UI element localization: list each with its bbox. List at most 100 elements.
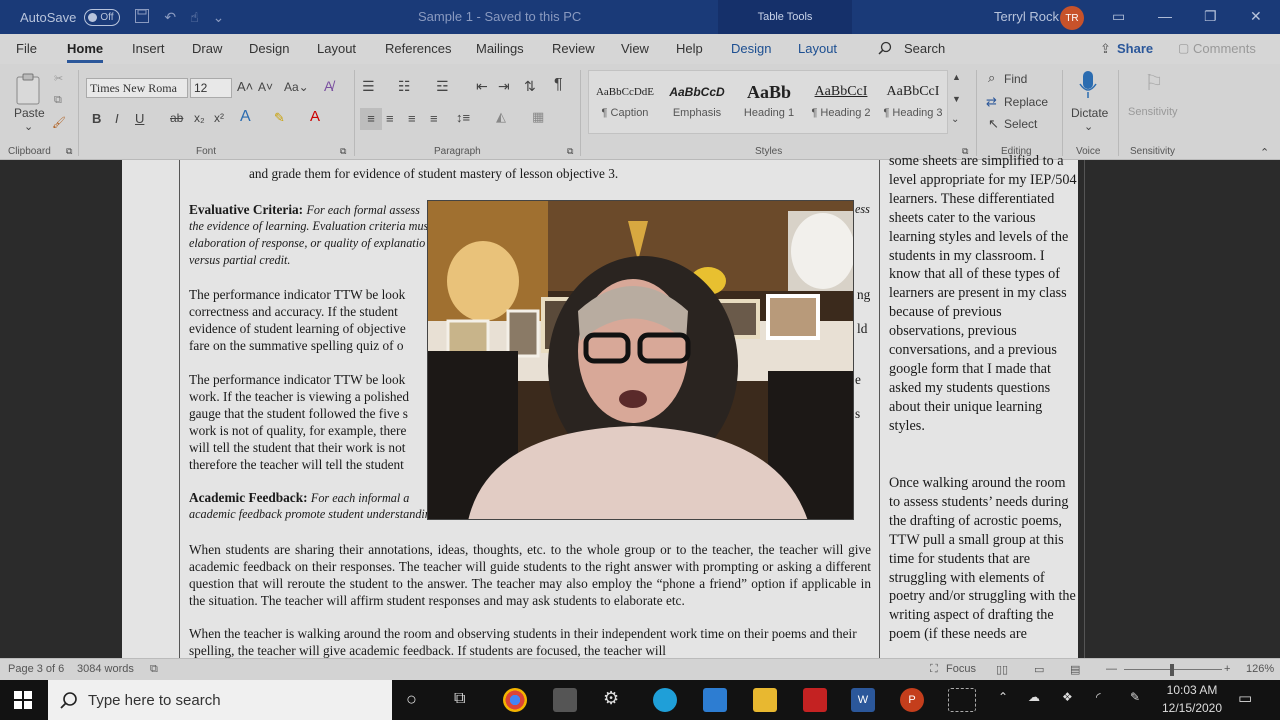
tab-mailings[interactable]: Mailings: [476, 41, 524, 56]
web-layout-icon[interactable]: ▤: [1070, 663, 1080, 676]
task-view-icon[interactable]: ⧉: [454, 690, 465, 708]
clear-formatting-icon[interactable]: A̸: [324, 78, 333, 94]
bold-icon[interactable]: B: [92, 111, 101, 126]
style-heading-3[interactable]: AaBbCcI ¶ Heading 3: [877, 79, 949, 119]
subscript-icon[interactable]: x₂: [194, 111, 205, 125]
underline-icon[interactable]: U: [135, 111, 144, 126]
share-icon[interactable]: ⇪: [1100, 41, 1111, 57]
undo-icon[interactable]: ↶: [164, 9, 176, 26]
dictate-dropdown-icon[interactable]: ⌄: [1084, 120, 1093, 133]
ribbon-display-icon[interactable]: ▭: [1112, 8, 1125, 25]
paste-icon[interactable]: [14, 72, 44, 109]
tab-design[interactable]: Design: [249, 41, 289, 56]
print-layout-icon[interactable]: ▭: [1034, 663, 1044, 676]
word-count[interactable]: 3084 words: [77, 663, 134, 675]
paste-dropdown-icon[interactable]: ⌄: [24, 120, 33, 133]
increase-indent-icon[interactable]: ⇥: [498, 78, 510, 95]
side-column-text[interactable]: some sheets are simplified to a level ap…: [889, 152, 1079, 455]
taskbar-search-input[interactable]: Type here to search: [48, 680, 392, 720]
webcam-video-overlay[interactable]: [427, 200, 854, 520]
chevron-up-icon[interactable]: ⌃: [998, 690, 1008, 704]
proofing-icon[interactable]: ⧉: [150, 663, 158, 676]
app-icon[interactable]: [803, 688, 827, 712]
find-icon[interactable]: ⌕: [988, 70, 995, 86]
replace-icon[interactable]: ⇄: [986, 94, 997, 110]
format-painter-icon[interactable]: 🖌: [52, 116, 66, 129]
tab-help[interactable]: Help: [676, 41, 703, 56]
styles-scroll-up-icon[interactable]: ▲: [952, 72, 961, 82]
restore-icon[interactable]: ❐: [1204, 8, 1217, 25]
replace-button[interactable]: Replace: [1004, 95, 1048, 109]
style-caption[interactable]: AaBbCcDdE ¶ Caption: [589, 79, 661, 119]
cortana-icon[interactable]: ○: [406, 689, 417, 710]
word-icon[interactable]: W: [851, 688, 875, 712]
dialog-launcher-icon[interactable]: ⧉: [340, 146, 346, 157]
align-left-icon[interactable]: ≡: [360, 108, 382, 130]
autosave-toggle[interactable]: Off: [84, 8, 121, 26]
chrome-icon[interactable]: [503, 688, 527, 712]
zoom-out-icon[interactable]: —: [1106, 663, 1117, 675]
paragraph-text[interactable]: When students are sharing their annotati…: [189, 541, 871, 609]
file-explorer-icon[interactable]: [753, 688, 777, 712]
dropbox-icon[interactable]: ❖: [1062, 690, 1073, 704]
multilevel-list-icon[interactable]: ☲: [436, 78, 449, 95]
sort-icon[interactable]: ⇅: [524, 78, 536, 95]
settings-gear-icon[interactable]: ⚙: [603, 688, 619, 709]
grow-font-icon[interactable]: A˄: [237, 79, 253, 94]
styles-gallery[interactable]: AaBbCcDdE ¶ Caption AaBbCcD Emphasis AaB…: [588, 70, 948, 134]
select-button[interactable]: Select: [1004, 117, 1037, 131]
tab-table-design[interactable]: Design: [731, 41, 771, 56]
store-icon[interactable]: [553, 688, 577, 712]
edge-icon[interactable]: [653, 688, 677, 712]
tab-view[interactable]: View: [621, 41, 649, 56]
line-spacing-icon[interactable]: ↕≡: [456, 110, 470, 125]
comments-icon[interactable]: ▢: [1178, 41, 1189, 55]
text-effects-icon[interactable]: A: [240, 108, 251, 126]
paragraph-text[interactable]: ld: [857, 320, 877, 337]
share-button[interactable]: Share: [1117, 41, 1153, 56]
align-center-icon[interactable]: ≡: [386, 111, 394, 126]
instruction-note[interactable]: ess: [855, 201, 875, 218]
cut-icon[interactable]: ✂: [54, 72, 63, 85]
mail-icon[interactable]: [703, 688, 727, 712]
font-color-icon[interactable]: A: [310, 108, 320, 125]
strikethrough-icon[interactable]: ab: [170, 111, 183, 125]
sensitivity-button[interactable]: Sensitivity: [1128, 106, 1178, 118]
italic-icon[interactable]: I: [115, 111, 119, 126]
snipping-tool-icon[interactable]: [948, 688, 976, 712]
align-right-icon[interactable]: ≡: [408, 111, 416, 126]
close-icon[interactable]: ✕: [1250, 8, 1262, 25]
paragraph-text[interactable]: and grade them for evidence of student m…: [249, 165, 931, 182]
justify-icon[interactable]: ≡: [430, 111, 438, 126]
style-heading-1[interactable]: AaBb Heading 1: [733, 79, 805, 119]
shading-icon[interactable]: ◭: [496, 109, 506, 125]
styles-scroll-down-icon[interactable]: ▼: [952, 94, 961, 104]
font-name-box[interactable]: Times New Roma: [86, 78, 188, 98]
collapse-ribbon-icon[interactable]: ⌃: [1260, 146, 1269, 159]
shrink-font-icon[interactable]: A˅: [258, 80, 273, 94]
avatar[interactable]: TR: [1060, 6, 1084, 30]
zoom-in-icon[interactable]: +: [1224, 663, 1230, 675]
side-column-text[interactable]: Once walking around the room to assess s…: [889, 474, 1079, 658]
customize-toolbar-icon[interactable]: ⌄: [213, 9, 225, 26]
search-icon[interactable]: [878, 41, 892, 58]
microphone-icon[interactable]: [1078, 70, 1098, 103]
paragraph-text[interactable]: ng: [857, 286, 877, 303]
sensitivity-icon[interactable]: ⚐: [1144, 70, 1164, 96]
minimize-icon[interactable]: —: [1158, 8, 1172, 24]
styles-more-icon[interactable]: ⌄: [951, 114, 959, 125]
paragraph-text[interactable]: When the teacher is walking around the r…: [189, 625, 871, 659]
style-heading-2[interactable]: AaBbCcI ¶ Heading 2: [805, 79, 877, 119]
font-size-box[interactable]: 12: [190, 78, 232, 98]
find-button[interactable]: Find: [1004, 72, 1027, 86]
highlight-icon[interactable]: ✎: [274, 110, 285, 126]
paragraph-text[interactable]: e: [855, 371, 875, 388]
tab-review[interactable]: Review: [552, 41, 595, 56]
comments-button[interactable]: Comments: [1193, 41, 1256, 56]
numbering-icon[interactable]: ☷: [398, 78, 411, 95]
tab-home[interactable]: Home: [67, 41, 104, 63]
tab-draw[interactable]: Draw: [192, 41, 222, 56]
save-icon[interactable]: [134, 8, 150, 27]
windows-start-icon[interactable]: [14, 691, 32, 712]
tab-references[interactable]: References: [385, 41, 451, 56]
